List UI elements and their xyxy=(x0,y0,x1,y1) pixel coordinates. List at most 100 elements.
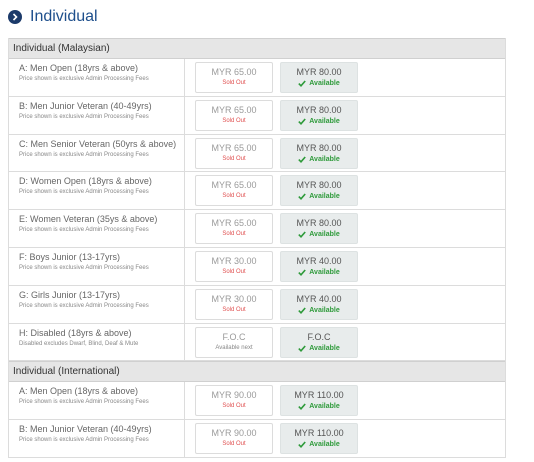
available-label: Available xyxy=(309,441,340,449)
category-note: Disabled excludes Dwarf, Blind, Deaf & M… xyxy=(19,340,139,347)
available-label: Available xyxy=(309,403,340,411)
available-status: Available xyxy=(298,402,340,411)
sold-out-price: MYR 65.00 xyxy=(211,142,257,153)
available-status: Available xyxy=(298,344,340,353)
available-option-button[interactable]: MYR 80.00 Available xyxy=(280,137,358,169)
category-description: B: Men Junior Veteran (40-49yrs) Price sh… xyxy=(9,96,185,134)
sold-out-option: MYR 90.00 Sold Out xyxy=(195,423,273,455)
sold-out-price: MYR 65.00 xyxy=(211,104,257,115)
sold-out-price: MYR 90.00 xyxy=(211,428,257,439)
available-price: MYR 80.00 xyxy=(296,180,342,191)
available-label: Available xyxy=(309,155,340,163)
sold-out-status: Sold Out xyxy=(222,117,246,124)
ticket-row: C: Men Senior Veteran (50yrs & above) Pri… xyxy=(9,134,505,173)
group-header: Individual (International) xyxy=(9,361,505,383)
category-note: Price shown is exclusive Admin Processin… xyxy=(19,113,149,120)
available-price: MYR 40.00 xyxy=(296,293,342,304)
category-description: A: Men Open (18yrs & above) Price shown i… xyxy=(9,382,185,420)
available-option-button[interactable]: F.O.C Available xyxy=(280,326,358,358)
check-icon xyxy=(298,118,309,125)
chevron-right-icon xyxy=(8,10,22,24)
available-label: Available xyxy=(309,344,340,352)
sold-out-price: MYR 65.00 xyxy=(211,180,257,191)
available-price: MYR 110.00 xyxy=(294,428,344,439)
section-title: Individual xyxy=(30,8,98,25)
sold-out-option: MYR 65.00 Sold Out xyxy=(195,99,273,131)
check-icon xyxy=(298,345,309,352)
ticket-row: D: Women Open (18yrs & above) Price shown… xyxy=(9,172,505,211)
sold-out-status: Available next xyxy=(215,344,253,351)
check-icon xyxy=(298,269,309,276)
available-status: Available xyxy=(298,155,340,164)
category-name: B: Men Junior Veteran (40-49yrs) xyxy=(19,424,152,435)
category-name: A: Men Open (18yrs & above) xyxy=(19,63,139,73)
available-status: Available xyxy=(298,192,340,201)
available-price: MYR 80.00 xyxy=(296,67,342,77)
category-note: Price shown is exclusive Admin Processin… xyxy=(19,227,149,234)
sold-out-status: Sold Out xyxy=(222,193,246,200)
available-option-button[interactable]: MYR 80.00 Available xyxy=(280,99,358,131)
available-option-button[interactable]: MYR 110.00 Available xyxy=(280,385,358,417)
sold-out-option: F.O.C Available next xyxy=(195,326,273,358)
category-note: Price shown is exclusive Admin Processin… xyxy=(19,76,149,82)
category-description: B: Men Junior Veteran (40-49yrs) Price sh… xyxy=(9,420,185,457)
available-price: MYR 80.00 xyxy=(296,142,342,153)
section-header: Individual xyxy=(8,6,98,28)
category-note: Price shown is exclusive Admin Processin… xyxy=(19,302,149,309)
sold-out-option: MYR 65.00 Sold Out xyxy=(195,62,273,93)
category-description: F: Boys Junior (13-17yrs) Price shown is … xyxy=(9,247,185,285)
available-option-button[interactable]: MYR 80.00 Available xyxy=(280,62,358,93)
group-header: Individual (Malaysian) xyxy=(9,38,505,59)
available-status: Available xyxy=(298,117,340,126)
available-price: MYR 80.00 xyxy=(296,218,342,229)
sold-out-status: Sold Out xyxy=(222,403,246,410)
available-label: Available xyxy=(309,117,340,125)
sold-out-price: MYR 30.00 xyxy=(211,255,257,266)
category-note: Price shown is exclusive Admin Processin… xyxy=(19,264,149,271)
category-note: Price shown is exclusive Admin Processin… xyxy=(19,189,149,196)
category-description: C: Men Senior Veteran (50yrs & above) Pri… xyxy=(9,134,185,172)
sold-out-price: F.O.C xyxy=(222,331,246,342)
ticket-row: B: Men Junior Veteran (40-49yrs) Price sh… xyxy=(9,96,505,135)
available-option-button[interactable]: MYR 110.00 Available xyxy=(280,423,358,455)
category-description: G: Girls Junior (13-17yrs) Price shown is… xyxy=(9,285,185,323)
available-option-button[interactable]: MYR 40.00 Available xyxy=(280,288,358,320)
category-name: G: Girls Junior (13-17yrs) xyxy=(19,289,121,300)
sold-out-option: MYR 30.00 Sold Out xyxy=(195,250,273,282)
available-label: Available xyxy=(309,80,340,87)
check-icon xyxy=(298,231,309,239)
ticket-row: H: Disabled (18yrs & above) Disabled excl… xyxy=(9,323,505,362)
sold-out-status: Sold Out xyxy=(222,231,246,238)
sold-out-status: Sold Out xyxy=(222,306,246,313)
check-icon xyxy=(298,193,309,201)
ticket-row: G: Girls Junior (13-17yrs) Price shown is… xyxy=(9,285,505,324)
available-status: Available xyxy=(298,79,340,88)
ticket-row: A: Men Open (18yrs & above) Price shown i… xyxy=(9,59,505,97)
available-status: Available xyxy=(298,440,340,449)
available-status: Available xyxy=(298,230,340,239)
sold-out-status: Sold Out xyxy=(222,441,246,448)
sold-out-status: Sold Out xyxy=(222,268,246,275)
available-price: F.O.C xyxy=(307,331,331,342)
available-option-button[interactable]: MYR 40.00 Available xyxy=(280,250,358,282)
category-name: H: Disabled (18yrs & above) xyxy=(19,327,132,338)
available-price: MYR 110.00 xyxy=(294,390,344,401)
sold-out-option: MYR 65.00 Sold Out xyxy=(195,213,273,245)
category-name: B: Men Junior Veteran (40-49yrs) xyxy=(19,100,152,111)
available-label: Available xyxy=(309,306,340,314)
sold-out-option: MYR 30.00 Sold Out xyxy=(195,288,273,320)
category-name: F: Boys Junior (13-17yrs) xyxy=(19,251,121,262)
available-option-button[interactable]: MYR 80.00 Available xyxy=(280,213,358,245)
category-note: Price shown is exclusive Admin Processin… xyxy=(19,151,149,158)
sold-out-option: MYR 65.00 Sold Out xyxy=(195,137,273,169)
category-description: E: Women Veteran (35ys & above) Price sho… xyxy=(9,210,185,247)
sold-out-status: Sold Out xyxy=(222,155,246,162)
category-note: Price shown is exclusive Admin Processin… xyxy=(19,399,149,406)
sold-out-price: MYR 30.00 xyxy=(211,293,257,304)
check-icon xyxy=(298,307,309,314)
available-option-button[interactable]: MYR 80.00 Available xyxy=(280,175,358,207)
ticket-table: Individual (Malaysian) A: Men Open (18yrs… xyxy=(8,38,506,458)
category-name: E: Women Veteran (35ys & above) xyxy=(19,214,158,225)
available-status: Available xyxy=(298,268,340,277)
ticket-row: F: Boys Junior (13-17yrs) Price shown is … xyxy=(9,247,505,286)
